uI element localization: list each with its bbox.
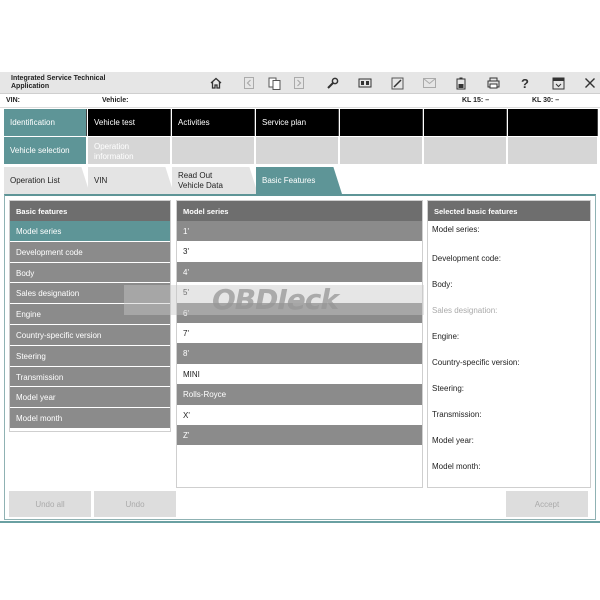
tab-service-plan[interactable]: Service plan xyxy=(256,109,339,136)
model-series-header: Model series xyxy=(177,201,422,221)
selected-body: Body: xyxy=(432,280,453,289)
tab-sub-empty-2 xyxy=(256,137,339,164)
selected-model-month: Model month: xyxy=(432,462,481,471)
back-icon[interactable] xyxy=(240,74,258,92)
close-icon[interactable] xyxy=(581,74,599,92)
tab-basic-features[interactable]: Basic Features xyxy=(256,167,342,194)
tab-vehicle-selection[interactable]: Vehicle selection xyxy=(4,137,87,164)
wrench-icon[interactable] xyxy=(323,74,341,92)
list-item[interactable]: MINI xyxy=(177,363,422,385)
selected-transmission: Transmission: xyxy=(432,410,482,419)
list-item-transmission[interactable]: Transmission xyxy=(10,366,170,388)
basic-features-header: Basic features xyxy=(10,201,170,221)
tab-activities[interactable]: Activities xyxy=(172,109,255,136)
tab-vehicle-test[interactable]: Vehicle test xyxy=(88,109,171,136)
selected-features-header: Selected basic features xyxy=(428,201,590,221)
tab-sub-empty-5 xyxy=(508,137,598,164)
tab-sub-empty-3 xyxy=(340,137,423,164)
list-item-body[interactable]: Body xyxy=(10,262,170,284)
selected-model-year: Model year: xyxy=(432,436,474,445)
tab-vin[interactable]: VIN xyxy=(88,167,174,194)
basic-features-panel: Basic features Model series Development … xyxy=(9,200,171,432)
selected-steering: Steering: xyxy=(432,384,465,393)
main-tabs: Identification Vehicle test Activities S… xyxy=(4,109,598,136)
selected-features-panel: Selected basic features Model series: De… xyxy=(427,200,591,488)
tab-read-out-vehicle-data[interactable]: Read Out Vehicle Data xyxy=(172,167,258,194)
accept-button[interactable]: Accept xyxy=(506,491,588,517)
kl30-status: KL 30: – xyxy=(532,97,560,104)
tab-operation-list[interactable]: Operation List xyxy=(4,167,90,194)
help-glyph: ? xyxy=(521,75,529,91)
undo-button[interactable]: Undo xyxy=(94,491,176,517)
watermark-logo: OBDIeck xyxy=(212,283,339,316)
list-item[interactable]: 1' xyxy=(177,221,422,242)
tab-read-out-line1: Read Out xyxy=(178,171,213,180)
list-item[interactable]: Z' xyxy=(177,424,422,446)
list-item-model-series[interactable]: Model series xyxy=(10,221,170,242)
help-icon[interactable]: ? xyxy=(516,74,534,92)
selected-engine: Engine: xyxy=(432,332,460,341)
list-item-steering[interactable]: Steering xyxy=(10,345,170,367)
window-icon[interactable] xyxy=(549,74,567,92)
list-item[interactable]: X' xyxy=(177,404,422,425)
list-item[interactable]: 4' xyxy=(177,261,422,283)
vin-label: VIN: xyxy=(6,97,20,104)
tab-sub-empty-1 xyxy=(172,137,255,164)
kl15-status: KL 15: – xyxy=(462,97,490,104)
tab-read-out-line2: Vehicle Data xyxy=(178,181,223,190)
tab-identification[interactable]: Identification xyxy=(4,109,87,136)
copy-icon[interactable] xyxy=(265,74,283,92)
list-item-country-version[interactable]: Country-specific version xyxy=(10,324,170,346)
undo-all-button[interactable]: Undo all xyxy=(9,491,91,517)
list-item[interactable]: 7' xyxy=(177,322,422,344)
list-item-development-code[interactable]: Development code xyxy=(10,241,170,263)
selected-model-series: Model series: xyxy=(432,225,480,234)
vehicle-icon[interactable] xyxy=(356,74,374,92)
model-series-panel: Model series 1' 3' 4' 5' 6' 7' 8' MINI R… xyxy=(176,200,423,488)
mail-icon[interactable] xyxy=(420,74,438,92)
selected-development-code: Development code: xyxy=(432,254,501,263)
home-icon[interactable] xyxy=(207,74,225,92)
tab-operation-information[interactable]: Operation information xyxy=(88,137,171,164)
list-item[interactable]: 8' xyxy=(177,343,422,364)
print-icon[interactable] xyxy=(484,74,502,92)
bottom-divider xyxy=(0,521,600,523)
info-bar: VIN: Vehicle: KL 15: – KL 30: – xyxy=(0,94,600,108)
selected-sales-designation: Sales designation: xyxy=(432,306,498,315)
forward-icon[interactable] xyxy=(290,74,308,92)
list-item[interactable]: 3' xyxy=(177,241,422,262)
tab-empty-3 xyxy=(508,109,598,136)
app-title-line1: Integrated Service Technical xyxy=(11,75,106,82)
tab-sub-empty-4 xyxy=(424,137,507,164)
selected-country-version: Country-specific version: xyxy=(432,358,520,367)
app-title-line2: Application xyxy=(11,83,50,90)
tab-operation-information-line1: Operation xyxy=(94,142,130,151)
tab-operation-information-line2: information xyxy=(94,152,134,161)
tab-empty-1 xyxy=(340,109,423,136)
vehicle-label: Vehicle: xyxy=(102,97,129,104)
app-title: Integrated Service Technical Application xyxy=(11,75,131,91)
list-item-model-month[interactable]: Model month xyxy=(10,408,170,429)
list-item[interactable]: Rolls-Royce xyxy=(177,384,422,405)
link-icon[interactable] xyxy=(388,74,406,92)
tab-empty-2 xyxy=(424,109,507,136)
battery-icon[interactable] xyxy=(452,74,470,92)
list-item-model-year[interactable]: Model year xyxy=(10,387,170,409)
